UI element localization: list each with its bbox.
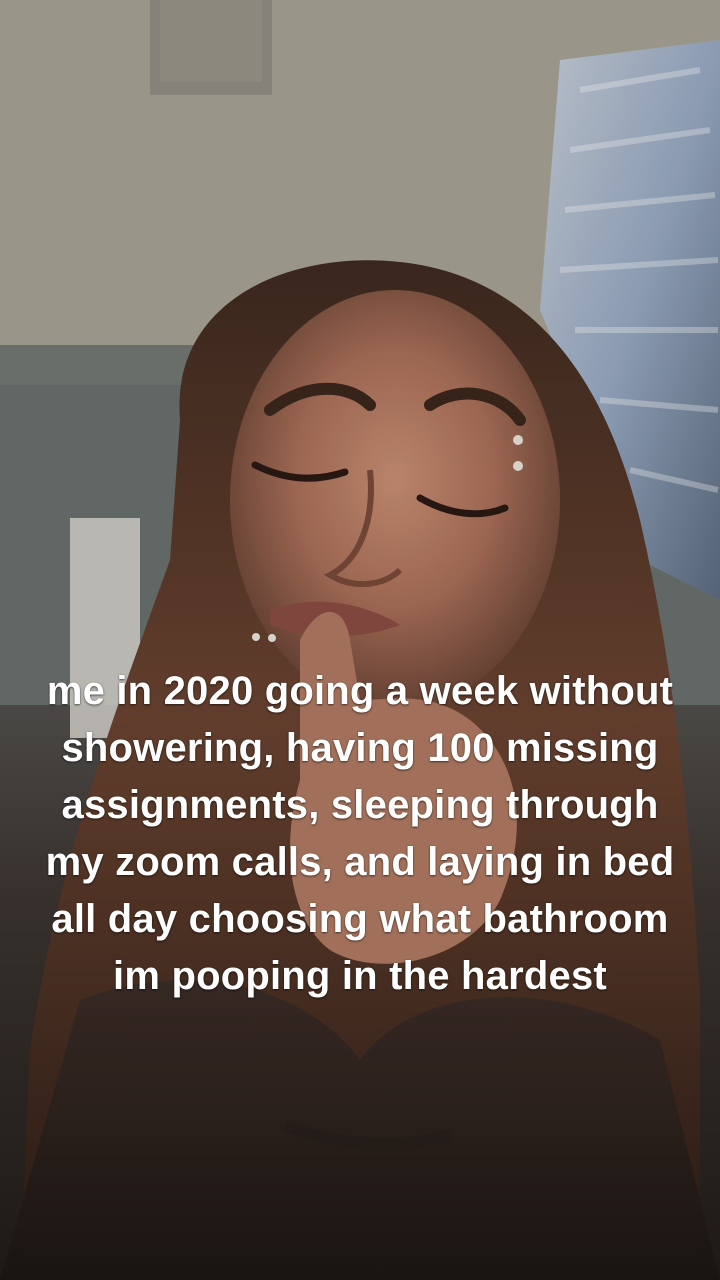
video-caption: me in 2020 going a week without showerin… bbox=[45, 669, 675, 998]
video-frame: me in 2020 going a week without showerin… bbox=[0, 0, 720, 1280]
video-scene-image bbox=[0, 0, 720, 1280]
